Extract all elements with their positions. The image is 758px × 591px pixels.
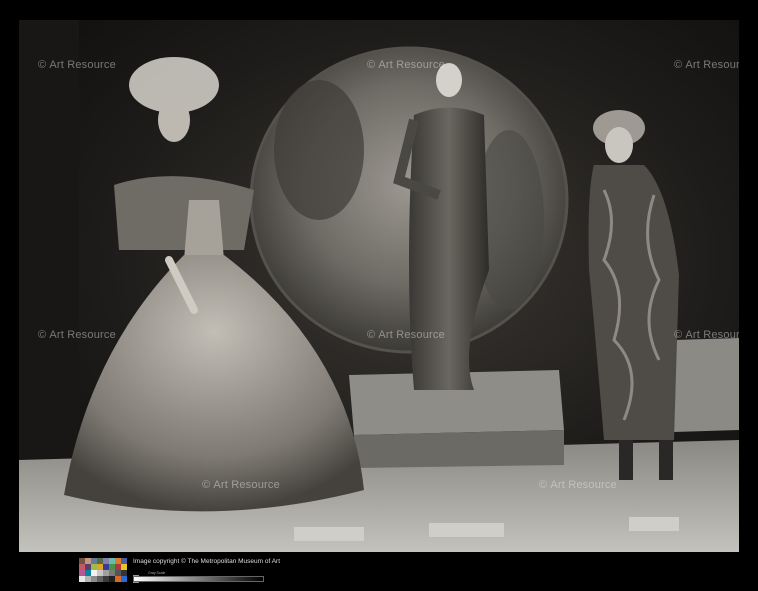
copyright-icon: © xyxy=(539,479,548,491)
watermark-text: Art Resource xyxy=(213,479,280,491)
exhibit-label xyxy=(294,527,364,541)
mannequin-leg xyxy=(659,440,673,480)
watermark: ©Art Resource xyxy=(38,329,116,341)
copyright-icon: © xyxy=(674,59,683,71)
watermark: ©Art Resource xyxy=(38,59,116,71)
museum-photo: ©Art Resource ©Art Resource ©Art Resourc… xyxy=(19,20,739,552)
exhibit-label xyxy=(429,523,504,537)
watermark-text: Art Resource xyxy=(685,329,739,341)
copyright-icon: © xyxy=(38,329,47,341)
mirror-reflection xyxy=(274,80,364,220)
copyright-icon: © xyxy=(38,59,47,71)
watermark: ©Art Resource xyxy=(674,329,739,341)
watermark: ©Art Resource xyxy=(674,59,739,71)
watermark: ©Art Resource xyxy=(367,329,445,341)
gray-scale-label: Gray Scale xyxy=(148,571,166,575)
watermark-text: Art Resource xyxy=(378,59,445,71)
watermark-text: Art Resource xyxy=(49,329,116,341)
copyright-icon: © xyxy=(202,479,211,491)
photo-scene xyxy=(19,20,739,552)
right-pedestal xyxy=(674,338,739,432)
mannequin-leg xyxy=(619,440,633,480)
mannequin-head xyxy=(158,98,190,142)
embroidered-dress xyxy=(588,165,679,440)
center-pedestal-front xyxy=(354,430,564,468)
draped-gown xyxy=(409,107,489,390)
watermark-text: Art Resource xyxy=(378,329,445,341)
watermark-text: Art Resource xyxy=(550,479,617,491)
watermark: ©Art Resource xyxy=(539,479,617,491)
copyright-icon: © xyxy=(367,59,376,71)
gray-scale-bar xyxy=(133,576,264,582)
color-checker-chart xyxy=(79,558,127,582)
watermark: ©Art Resource xyxy=(367,59,445,71)
mannequin-head xyxy=(605,127,633,163)
watermark-text: Art Resource xyxy=(49,59,116,71)
copyright-text: Image copyright © The Metropolitan Museu… xyxy=(133,558,281,565)
puffed-sleeves xyxy=(114,176,254,250)
watermark: ©Art Resource xyxy=(202,479,280,491)
exhibit-label xyxy=(629,517,679,531)
copyright-icon: © xyxy=(367,329,376,341)
corset-bodice xyxy=(184,200,224,260)
watermark-text: Art Resource xyxy=(685,59,739,71)
copyright-icon: © xyxy=(674,329,683,341)
